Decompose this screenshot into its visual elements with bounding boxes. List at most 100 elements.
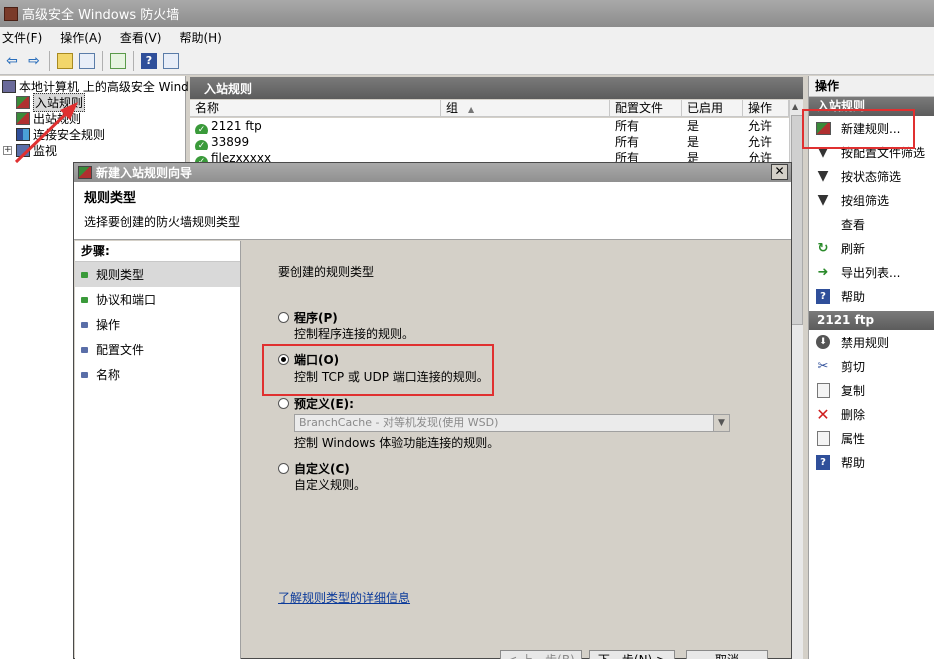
sort-asc-icon: ▲ bbox=[468, 105, 475, 114]
center-pane-title: 入站规则 bbox=[190, 77, 803, 99]
step-name[interactable]: 名称 bbox=[75, 362, 240, 387]
up-folder-icon[interactable] bbox=[55, 51, 75, 71]
cut-icon: ✂ bbox=[817, 358, 829, 374]
dialog-title: 新建入站规则向导 bbox=[96, 166, 193, 180]
step-label: 操作 bbox=[96, 318, 121, 332]
option-desc: 自定义规则。 bbox=[294, 478, 367, 492]
dialog-subheading: 选择要创建的防火墙规则类型 bbox=[84, 215, 241, 229]
rule-enabled: 是 bbox=[687, 119, 700, 133]
rule-profile: 所有 bbox=[615, 135, 640, 149]
column-enabled[interactable]: 已启用 bbox=[682, 100, 743, 117]
step-protocol-port[interactable]: 协议和端口 bbox=[75, 287, 240, 312]
rules-grid-header: 名称 组 ▲ 配置文件 已启用 操作 bbox=[190, 100, 802, 117]
help-icon: ? bbox=[816, 288, 830, 304]
help-icon[interactable]: ? bbox=[139, 51, 159, 71]
step-icon bbox=[81, 321, 88, 328]
rule-name-cell: ✓ 2121 ftp bbox=[190, 118, 441, 134]
dialog-heading: 规则类型 bbox=[84, 191, 137, 206]
next-button[interactable]: 下一步(N) > bbox=[589, 650, 675, 659]
rule-name: 2121 ftp bbox=[211, 119, 262, 133]
show-action-pane-icon[interactable] bbox=[161, 51, 181, 71]
back-button[interactable]: < 上一步(B) bbox=[500, 650, 582, 659]
close-icon[interactable]: ✕ bbox=[771, 164, 788, 180]
forward-arrow-icon[interactable]: ⇨ bbox=[24, 51, 44, 71]
toolbar-separator bbox=[102, 50, 103, 71]
option-program[interactable]: 程序(P) bbox=[278, 309, 338, 326]
current-step-icon bbox=[81, 271, 88, 278]
rule-group bbox=[441, 118, 610, 134]
action-help-2[interactable]: ? 帮助 bbox=[809, 450, 934, 474]
predefined-select-value: BranchCache - 对等机发现(使用 WSD) bbox=[299, 416, 499, 429]
predefined-select[interactable]: BranchCache - 对等机发现(使用 WSD) ▼ bbox=[294, 414, 730, 432]
view-icon bbox=[815, 216, 831, 232]
actions-section-selected-rule[interactable]: 2121 ftp bbox=[809, 311, 934, 330]
program-radio[interactable] bbox=[278, 312, 289, 323]
step-icon bbox=[81, 296, 88, 303]
actions-header: 操作 bbox=[809, 76, 934, 97]
scroll-up-icon[interactable]: ▲ bbox=[792, 102, 798, 111]
menu-file[interactable]: 文件(F) bbox=[0, 29, 50, 46]
action-label: 按组筛选 bbox=[841, 193, 890, 208]
action-filter-group[interactable]: ▼ 按组筛选 bbox=[809, 188, 934, 212]
action-cut[interactable]: ✂ 剪切 bbox=[809, 354, 934, 378]
menu-bar: 文件(F) 操作(A) 查看(V) 帮助(H) bbox=[0, 27, 934, 47]
action-properties[interactable]: 属性 bbox=[809, 426, 934, 450]
cancel-button[interactable]: 取消 bbox=[686, 650, 768, 659]
enabled-check-icon: ✓ bbox=[195, 124, 208, 134]
step-action[interactable]: 操作 bbox=[75, 312, 240, 337]
action-help[interactable]: ? 帮助 bbox=[809, 284, 934, 308]
option-label: 自定义(C) bbox=[294, 462, 350, 476]
custom-radio[interactable] bbox=[278, 463, 289, 474]
action-label: 刷新 bbox=[841, 241, 866, 256]
back-arrow-icon[interactable]: ⇦ bbox=[2, 51, 22, 71]
window-titlebar: 高级安全 Windows 防火墙 bbox=[0, 0, 934, 27]
column-group[interactable]: 组 ▲ bbox=[441, 100, 610, 117]
tree-root[interactable]: 本地计算机 上的高级安全 Wind bbox=[2, 78, 189, 94]
table-row[interactable]: ✓ 2121 ftp 所有 是 允许 bbox=[190, 118, 789, 134]
rules-grid: ✓2121 ftp 所有 是 允许 ✓33899 所有 是 允许 ✓filezx… bbox=[190, 118, 789, 166]
option-desc: 控制 Windows 体验功能连接的规则。 bbox=[294, 436, 500, 450]
option-custom[interactable]: 自定义(C) bbox=[278, 460, 350, 477]
learn-more-link[interactable]: 了解规则类型的详细信息 bbox=[278, 589, 410, 606]
new-inbound-rule-wizard: 新建入站规则向导 ✕ 规则类型 选择要创建的防火墙规则类型 步骤: 规则类型 协… bbox=[73, 162, 792, 659]
action-export-list[interactable]: ➜ 导出列表... bbox=[809, 260, 934, 284]
filter-icon: ▼ bbox=[817, 168, 829, 184]
dialog-titlebar: 新建入站规则向导 ✕ bbox=[74, 163, 791, 182]
chevron-down-icon[interactable]: ▼ bbox=[713, 415, 729, 431]
predefined-radio[interactable] bbox=[278, 398, 289, 409]
action-refresh[interactable]: ↻ 刷新 bbox=[809, 236, 934, 260]
step-label: 协议和端口 bbox=[96, 293, 157, 307]
step-rule-type[interactable]: 规则类型 bbox=[75, 262, 240, 287]
export-icon[interactable] bbox=[108, 51, 128, 71]
rule-enabled: 是 bbox=[687, 135, 700, 149]
action-label: 复制 bbox=[841, 383, 866, 398]
action-view[interactable]: 查看 bbox=[809, 212, 934, 236]
menu-help[interactable]: 帮助(H) bbox=[177, 29, 229, 46]
column-name[interactable]: 名称 bbox=[190, 100, 441, 117]
rule-name-cell: ✓ 33899 bbox=[190, 134, 441, 150]
computer-firewall-icon bbox=[2, 79, 16, 93]
toolbar: ⇦ ⇨ ? bbox=[0, 47, 934, 75]
step-label: 配置文件 bbox=[96, 343, 145, 357]
column-action[interactable]: 操作 bbox=[743, 100, 789, 117]
show-tree-icon[interactable] bbox=[77, 51, 97, 71]
action-filter-state[interactable]: ▼ 按状态筛选 bbox=[809, 164, 934, 188]
wizard-content: 要创建的规则类型 程序(P) 控制程序连接的规则。 端口(O) 控制 TCP 或… bbox=[242, 241, 791, 659]
option-predefined[interactable]: 预定义(E): bbox=[278, 395, 354, 412]
action-label: 帮助 bbox=[841, 455, 866, 470]
steps-label: 步骤: bbox=[75, 241, 240, 262]
step-profile[interactable]: 配置文件 bbox=[75, 337, 240, 362]
delete-icon: ✕ bbox=[816, 404, 830, 424]
menu-view[interactable]: 查看(V) bbox=[118, 29, 170, 46]
table-row[interactable]: ✓ 33899 所有 是 允许 bbox=[190, 134, 789, 150]
window-title: 高级安全 Windows 防火墙 bbox=[22, 8, 180, 23]
copy-icon bbox=[816, 382, 830, 398]
action-copy[interactable]: 复制 bbox=[809, 378, 934, 402]
enabled-check-icon: ✓ bbox=[195, 140, 208, 150]
action-delete[interactable]: ✕ 删除 bbox=[809, 402, 934, 426]
menu-action[interactable]: 操作(A) bbox=[58, 29, 110, 46]
step-label: 规则类型 bbox=[96, 268, 145, 282]
action-disable-rule[interactable]: ⬇ 禁用规则 bbox=[809, 330, 934, 354]
export-list-icon: ➜ bbox=[817, 264, 829, 280]
column-profile[interactable]: 配置文件 bbox=[610, 100, 682, 117]
